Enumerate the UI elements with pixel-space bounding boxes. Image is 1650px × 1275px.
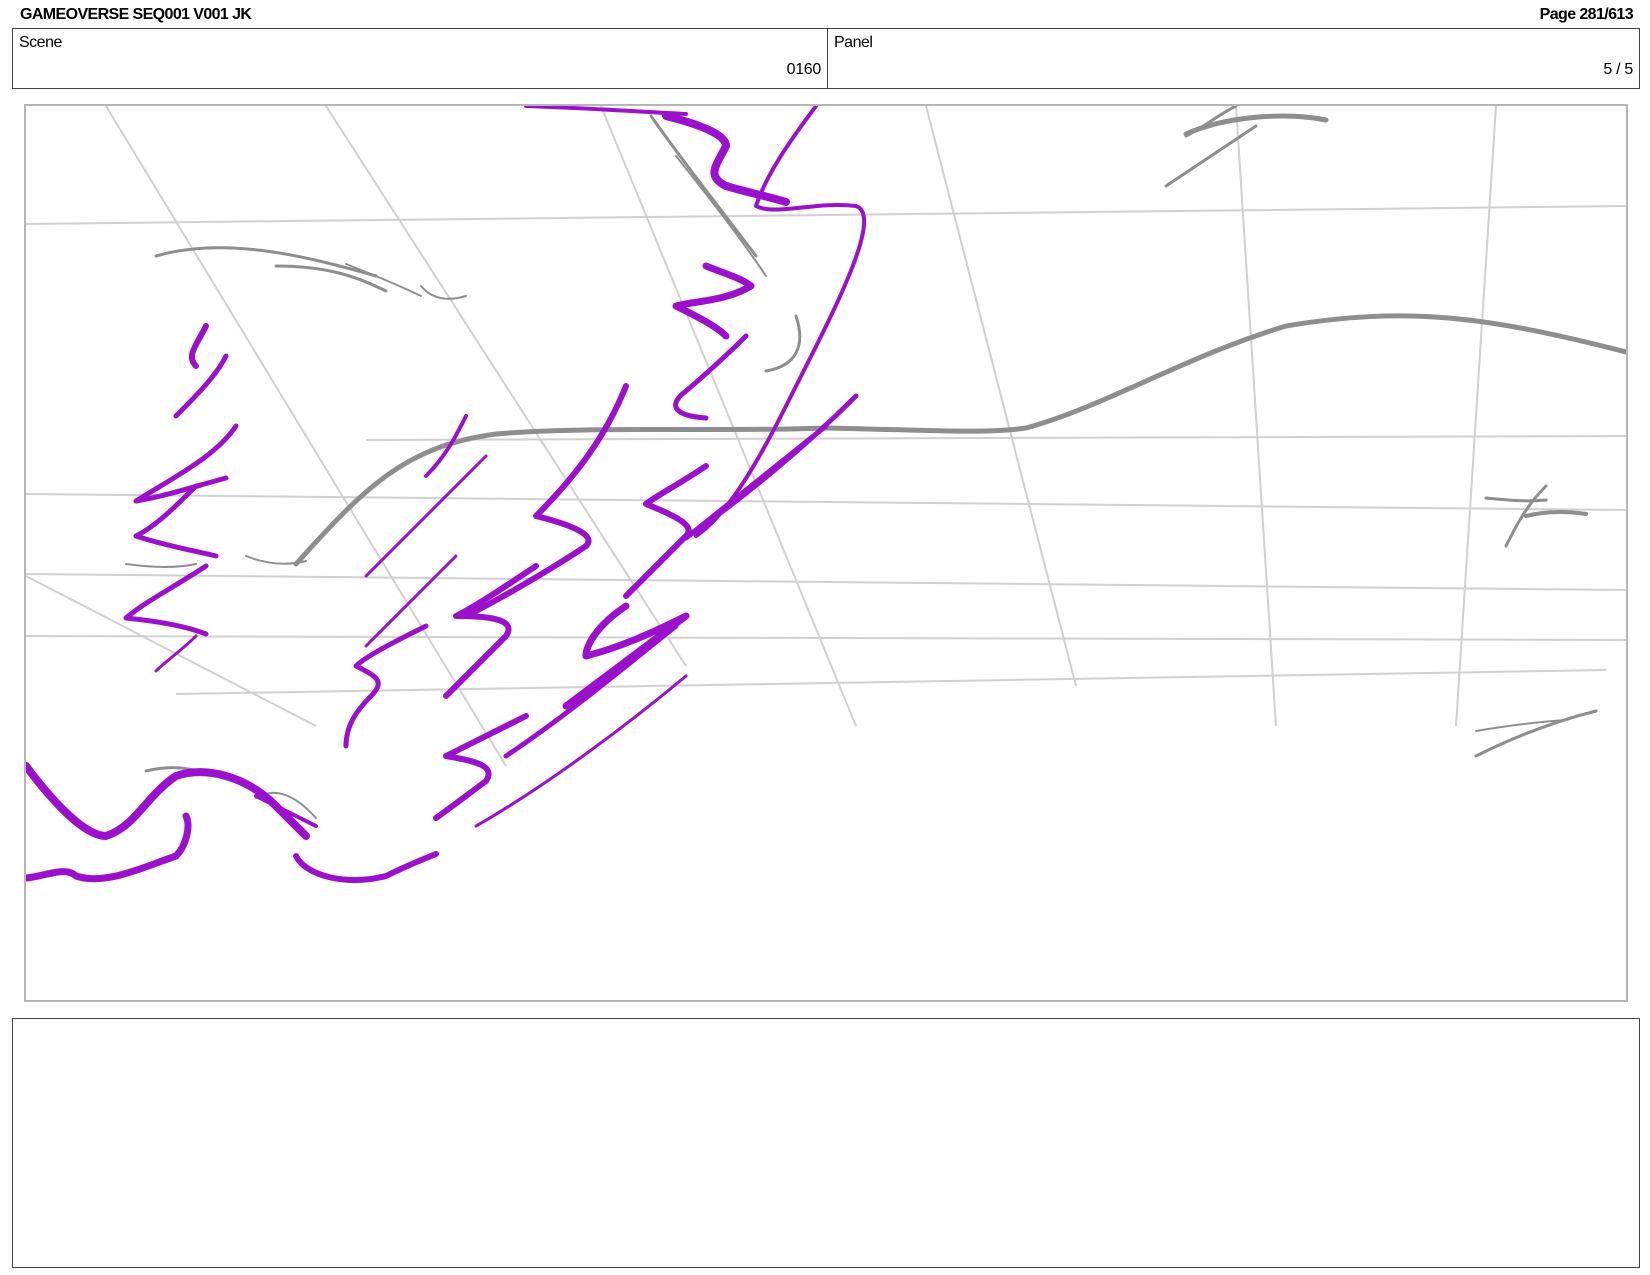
scene-label: Scene [19, 34, 62, 51]
panel-notes-box [12, 1018, 1640, 1268]
scene-panel-info-table: Scene 0160 Panel 5 / 5 [12, 28, 1640, 89]
grey-sketch-strokes [125, 106, 1626, 819]
storyboard-panel-image [24, 104, 1628, 1002]
page-counter: Page 281/613 [1539, 6, 1634, 23]
panel-number: 5 / 5 [1603, 61, 1633, 78]
panel-cell: Panel 5 / 5 [828, 29, 1639, 88]
scene-number: 0160 [786, 61, 822, 78]
scene-cell: Scene 0160 [13, 29, 828, 88]
panel-label: Panel [834, 34, 873, 51]
panel-sketch [26, 106, 1626, 883]
sequence-title: GAMEOVERSE SEQ001 V001 JK [20, 6, 252, 23]
